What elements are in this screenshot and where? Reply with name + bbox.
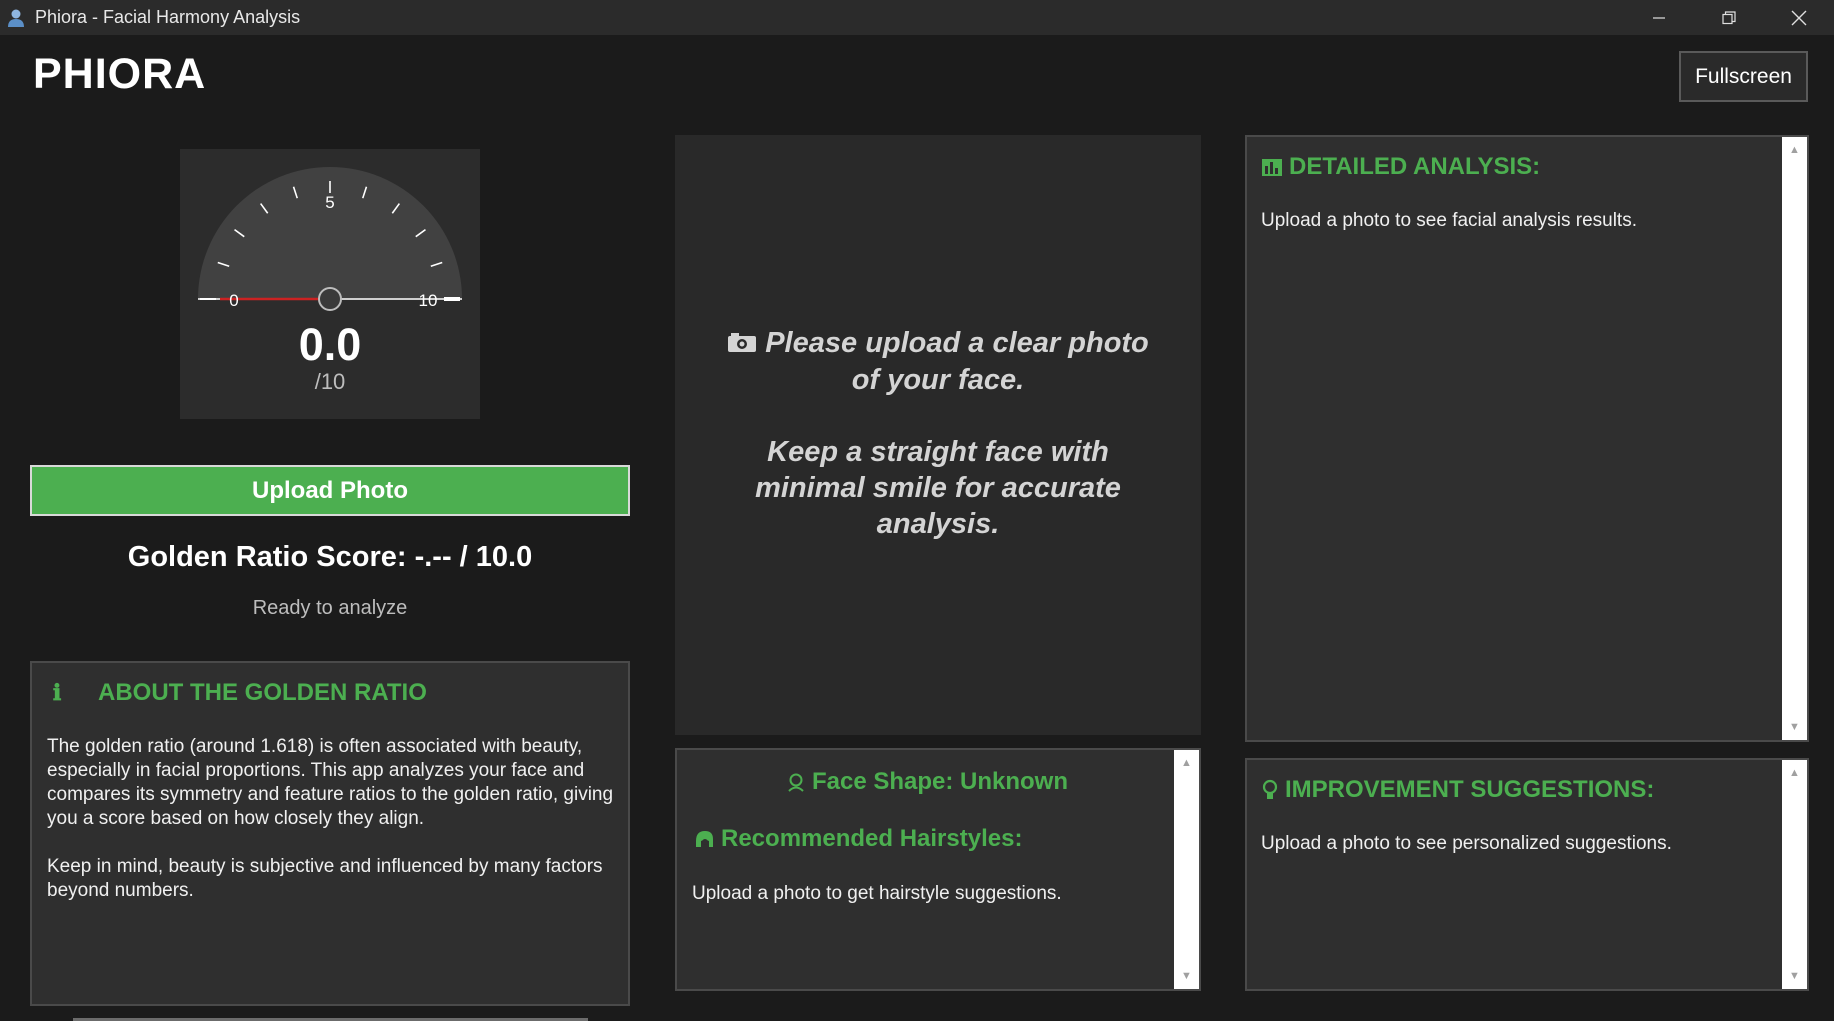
preview-line: analysis.	[876, 508, 1000, 541]
scroll-up-icon[interactable]: ▲	[1782, 763, 1807, 783]
about-paragraph: Keep in mind, beauty is subjective and i…	[47, 856, 603, 901]
lightbulb-icon	[1261, 779, 1279, 801]
status-text: Ready to analyze	[252, 597, 408, 619]
improvement-suggestions-panel: IMPROVEMENT SUGGESTIONS: Upload a photo …	[1245, 758, 1809, 991]
gauge-denominator: /10	[314, 369, 346, 394]
photo-preview-area[interactable]: Please upload a clear photo of your face…	[675, 135, 1201, 735]
face-shape-text: Face Shape: Unknown	[811, 768, 1069, 795]
scroll-down-icon[interactable]: ▼	[1782, 717, 1807, 737]
detailed-analysis-heading-text: DETAILED ANALYSIS:	[1289, 153, 1541, 180]
fullscreen-button[interactable]: Fullscreen	[1679, 51, 1808, 102]
scroll-up-icon[interactable]: ▲	[1174, 753, 1199, 773]
scrollbar[interactable]: ▲ ▼	[1174, 750, 1199, 989]
gauge-value: 0.0	[298, 319, 362, 370]
about-paragraph: The golden ratio (around 1.618) is often…	[47, 736, 614, 829]
app-brand: PHIORA	[33, 50, 207, 98]
gauge-max-label: 10	[419, 291, 438, 310]
golden-ratio-score: Golden Ratio Score: -.-- / 10.0	[127, 541, 533, 573]
detailed-analysis-heading: DETAILED ANALYSIS:	[1261, 153, 1540, 181]
about-heading: ℹ ABOUT THE GOLDEN RATIO	[46, 679, 427, 707]
about-panel: ℹ ABOUT THE GOLDEN RATIO The golden rati…	[30, 661, 630, 1006]
hairstyles-heading: Recommended Hairstyles:	[693, 825, 1022, 853]
gauge-mid-label: 5	[325, 193, 334, 212]
preview-line: Keep a straight face with	[767, 436, 1109, 469]
upload-photo-button[interactable]: Upload Photo	[30, 465, 630, 516]
score-gauge: 0 5 10 0.0 /10	[180, 149, 480, 419]
gauge-pivot	[318, 287, 342, 311]
camera-icon	[727, 326, 757, 362]
info-icon: ℹ	[52, 680, 62, 706]
preview-instructions: Please upload a clear photo of your face…	[675, 325, 1201, 542]
detailed-analysis-body: Upload a photo to see facial analysis re…	[1261, 210, 1637, 231]
haircut-icon	[693, 829, 715, 849]
bar-chart-icon	[1261, 157, 1283, 177]
about-heading-text: ABOUT THE GOLDEN RATIO	[98, 679, 427, 706]
preview-line: minimal smile for accurate	[755, 472, 1121, 505]
user-icon	[5, 7, 27, 29]
gauge-min-label: 0	[229, 291, 238, 310]
face-shape-label: Face Shape: Unknown	[677, 768, 1177, 796]
face-icon	[786, 772, 806, 792]
about-body: The golden ratio (around 1.618) is often…	[47, 735, 617, 927]
scroll-up-icon[interactable]: ▲	[1782, 140, 1807, 160]
scrollbar[interactable]: ▲ ▼	[1782, 137, 1807, 740]
preview-line: of your face.	[851, 364, 1025, 397]
preview-line: Please upload a clear photo	[765, 327, 1149, 359]
close-button[interactable]	[1764, 0, 1834, 35]
restore-button[interactable]	[1694, 0, 1764, 35]
minimize-button[interactable]	[1624, 0, 1694, 35]
hairstyles-heading-text: Recommended Hairstyles:	[721, 825, 1023, 852]
face-shape-panel: Face Shape: Unknown Recommended Hairstyl…	[675, 748, 1201, 991]
scrollbar[interactable]: ▲ ▼	[1782, 760, 1807, 989]
hairstyles-body: Upload a photo to get hairstyle suggesti…	[692, 883, 1062, 904]
detailed-analysis-panel: DETAILED ANALYSIS: Upload a photo to see…	[1245, 135, 1809, 742]
improvement-heading: IMPROVEMENT SUGGESTIONS:	[1261, 776, 1654, 804]
title-bar: Phiora - Facial Harmony Analysis	[0, 0, 1834, 35]
scroll-down-icon[interactable]: ▼	[1174, 966, 1199, 986]
window-title: Phiora - Facial Harmony Analysis	[35, 7, 301, 27]
improvement-heading-text: IMPROVEMENT SUGGESTIONS:	[1285, 776, 1655, 803]
scroll-down-icon[interactable]: ▼	[1782, 966, 1807, 986]
improvement-body: Upload a photo to see personalized sugge…	[1261, 833, 1672, 854]
